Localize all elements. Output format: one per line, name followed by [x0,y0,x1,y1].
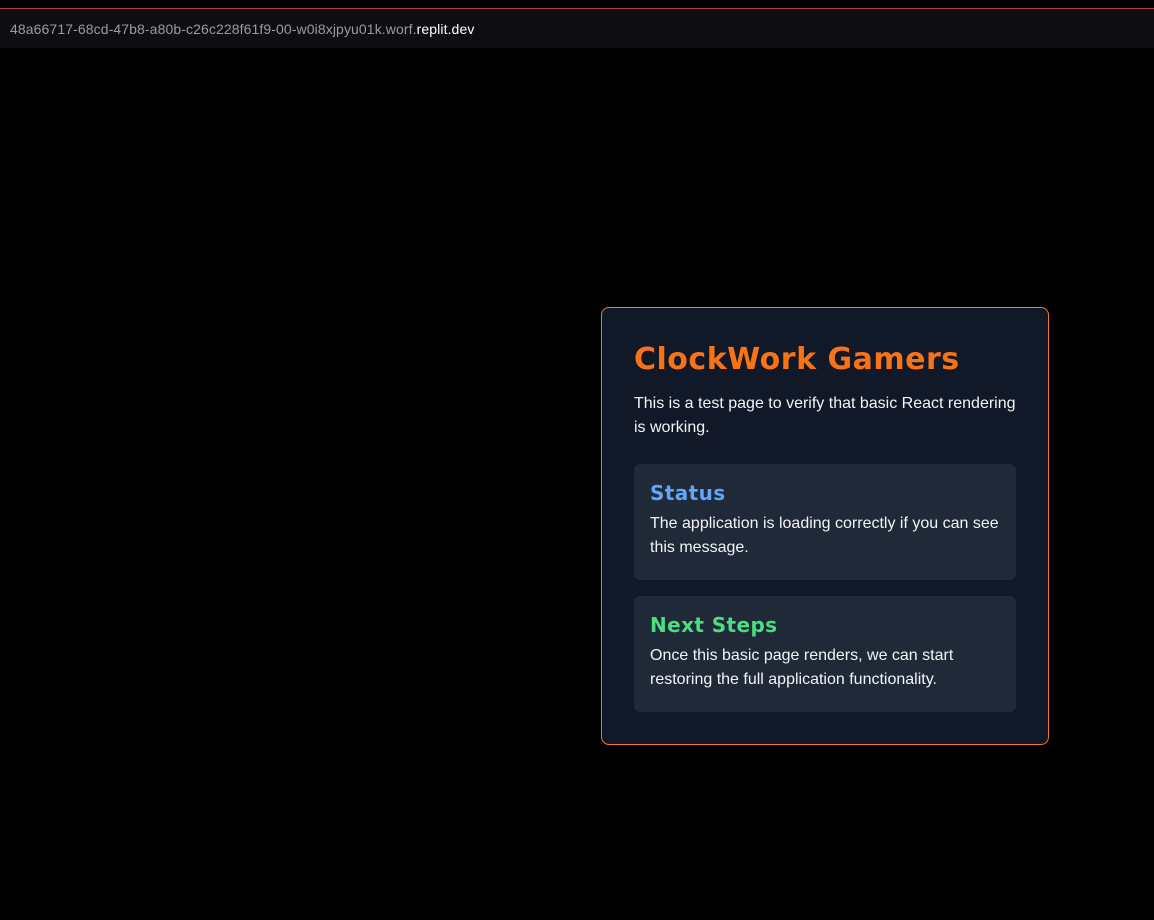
address-bar[interactable]: 48a66717-68cd-47b8-a80b-c26c228f61f9-00-… [0,9,1154,48]
next-steps-text: Once this basic page renders, we can sta… [650,647,954,688]
url-domain: replit.dev [416,20,475,37]
url-subdomain: 48a66717-68cd-47b8-a80b-c26c228f61f9-00-… [10,20,417,37]
page-title: ClockWork Gamers [634,342,960,377]
status-title: Status [650,481,726,505]
next-steps-title: Next Steps [650,613,778,637]
next-steps-panel: Next Steps Once this basic page renders,… [634,596,1016,712]
intro-text: This is a test page to verify that basic… [634,395,1016,436]
status-panel: Status The application is loading correc… [634,464,1016,580]
status-text: The application is loading correctly if … [650,515,999,556]
test-card: ClockWork Gamers This is a test page to … [601,307,1049,745]
